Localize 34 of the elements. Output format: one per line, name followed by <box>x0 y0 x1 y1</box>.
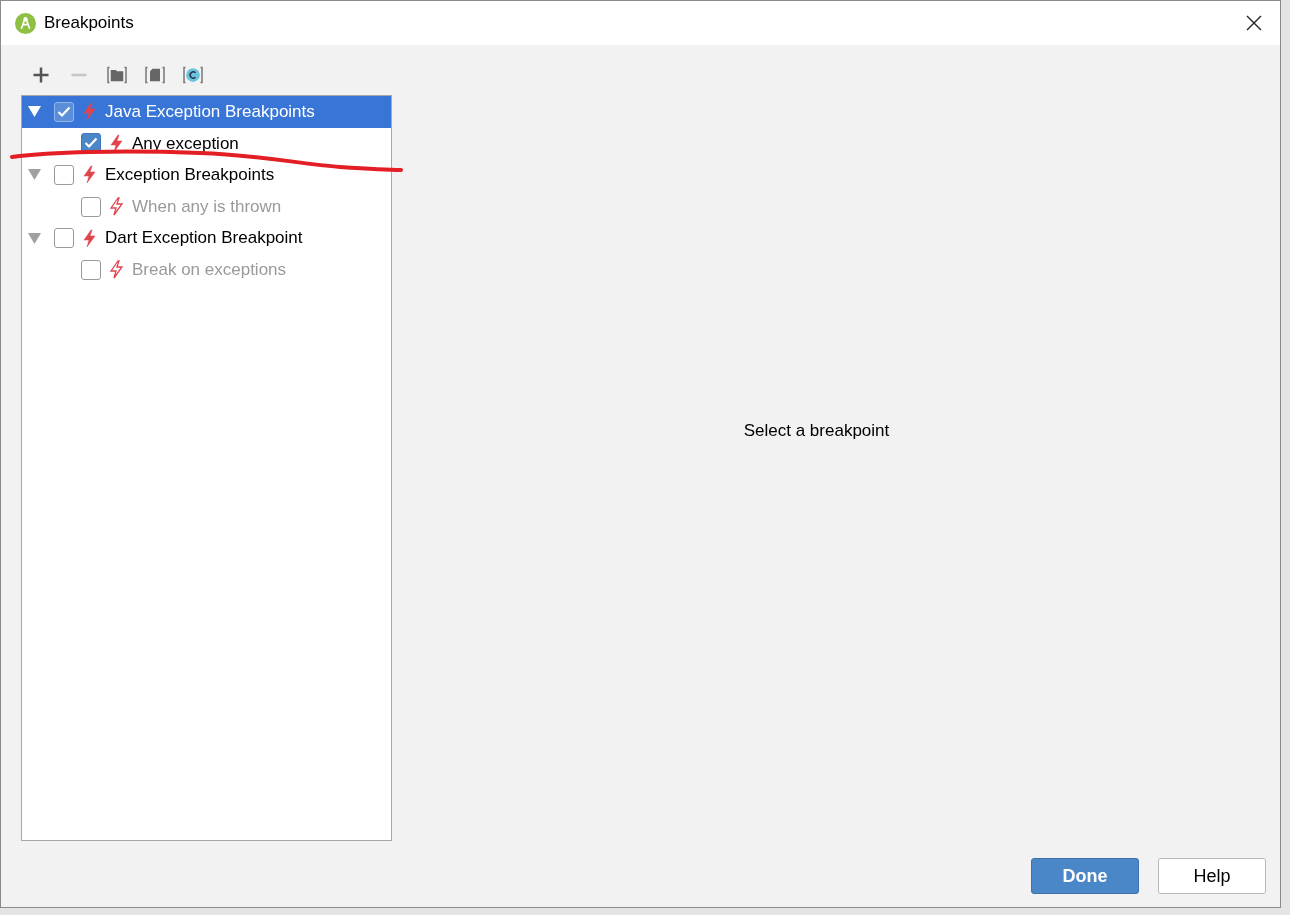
lightning-bolt-icon <box>108 133 125 153</box>
expand-triangle-icon[interactable] <box>28 169 41 181</box>
tree-item-row[interactable]: Any exception <box>22 127 391 160</box>
tree-item-label: When any is thrown <box>132 195 282 218</box>
folder-icon[interactable] <box>107 65 127 85</box>
class-icon[interactable] <box>183 65 203 85</box>
tree-group-row[interactable]: Dart Exception Breakpoint <box>22 222 391 254</box>
tree-item-label: Java Exception Breakpoints <box>105 101 315 124</box>
lightning-bolt-icon <box>81 165 98 185</box>
expand-triangle-icon[interactable] <box>28 106 41 118</box>
checkbox[interactable] <box>54 228 74 249</box>
lightning-bolt-icon <box>81 228 98 248</box>
window-title: Breakpoints <box>44 12 134 35</box>
tree-item-label: Exception Breakpoints <box>105 164 275 187</box>
checkbox[interactable] <box>54 101 74 122</box>
done-button[interactable]: Done <box>1031 858 1139 894</box>
tree-item-label: Break on exceptions <box>132 259 287 281</box>
help-button[interactable]: Help <box>1158 858 1266 894</box>
lightning-bolt-icon <box>81 102 98 122</box>
empty-detail-message: Select a breakpoint <box>743 420 890 443</box>
file-icon[interactable] <box>145 65 165 85</box>
tree-item-label: Any exception <box>132 132 239 155</box>
lightning-bolt-icon <box>108 260 125 280</box>
tree-group-row[interactable]: Java Exception Breakpoints <box>22 96 391 128</box>
tree-item-label: Dart Exception Breakpoint <box>105 227 303 250</box>
check-icon <box>84 137 98 150</box>
close-icon[interactable] <box>1246 15 1262 31</box>
expand-triangle-icon[interactable] <box>28 232 41 244</box>
tree-group-row[interactable]: Exception Breakpoints <box>22 159 391 191</box>
android-logo-icon <box>15 12 36 34</box>
add-icon[interactable] <box>31 65 51 85</box>
check-icon <box>57 105 71 118</box>
checkbox[interactable] <box>54 165 74 185</box>
lightning-bolt-icon <box>108 197 125 217</box>
